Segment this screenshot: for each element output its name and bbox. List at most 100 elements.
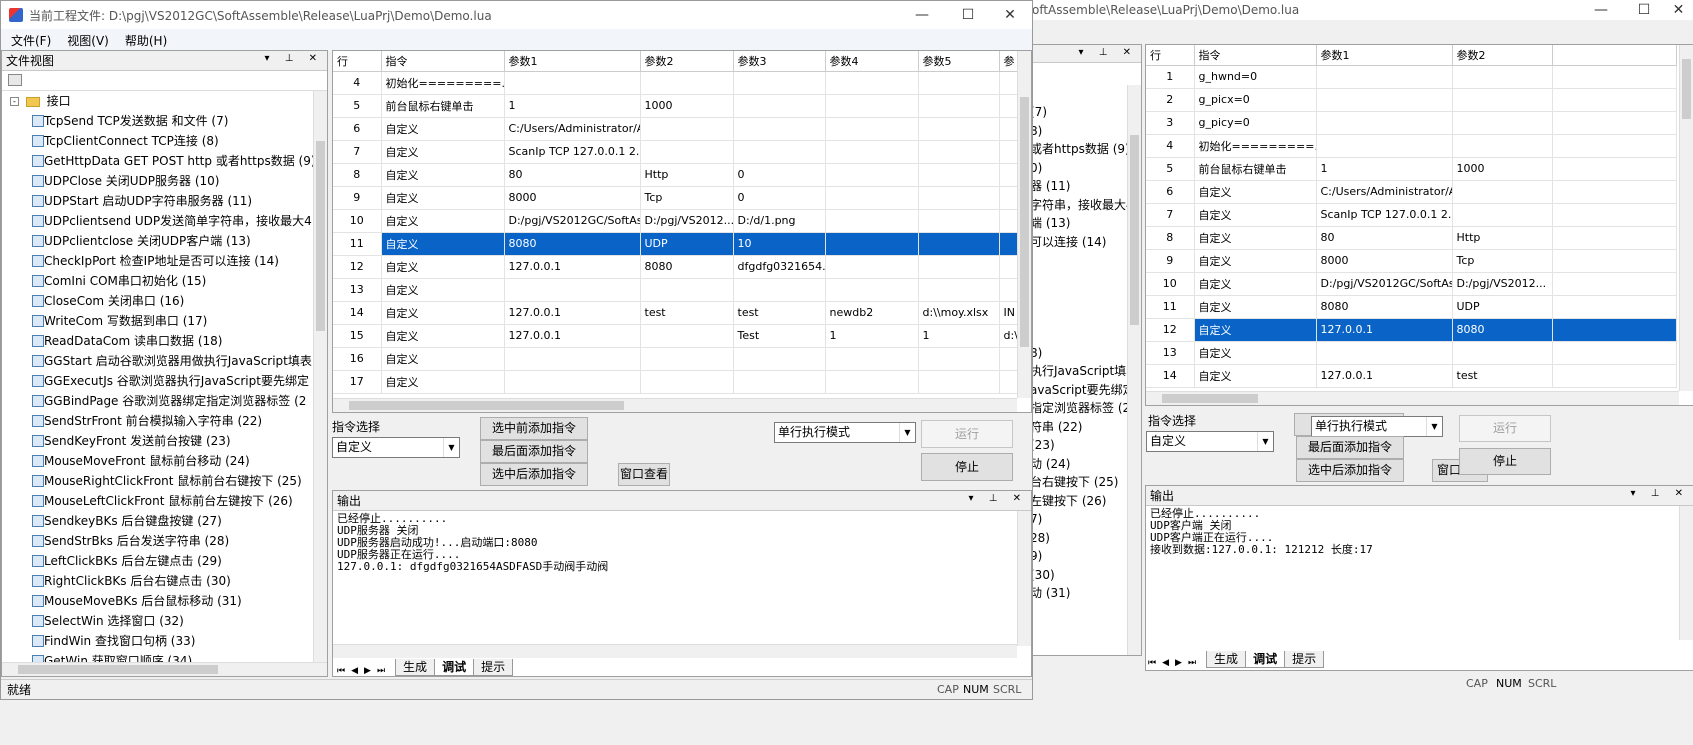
- back-tree-item-fragment[interactable]: (7): [1030, 103, 1126, 122]
- row-number[interactable]: 10: [1146, 272, 1195, 296]
- grid-cell[interactable]: 自定义: [381, 186, 505, 210]
- back-tree-scrollbar[interactable]: [1127, 85, 1141, 655]
- grid-cell[interactable]: [999, 209, 1020, 233]
- row-number[interactable]: 2: [1146, 88, 1195, 112]
- grid-cell[interactable]: [918, 117, 1000, 141]
- tab-hint[interactable]: 提示: [473, 659, 514, 676]
- grid-column-header[interactable]: 指令: [381, 51, 505, 72]
- grid-cell[interactable]: [825, 209, 919, 233]
- grid-cell[interactable]: [733, 71, 826, 95]
- grid-vthumb[interactable]: [1020, 97, 1029, 347]
- grid-cell[interactable]: [504, 347, 641, 371]
- add-after-button[interactable]: 选中后添加指令: [480, 463, 588, 486]
- grid-cell[interactable]: [825, 232, 919, 256]
- file-tree-vthumb[interactable]: [316, 141, 325, 331]
- grid-cell[interactable]: Test: [733, 324, 826, 348]
- row-number[interactable]: 12: [333, 255, 382, 279]
- table-row[interactable]: 9 自定义 8000 Tcp: [1146, 249, 1677, 273]
- grid-cell[interactable]: [999, 370, 1020, 394]
- back-tree-item-fragment[interactable]: 8): [1030, 344, 1126, 363]
- back-tree-item-fragment[interactable]: 8): [1030, 122, 1126, 141]
- grid-cell[interactable]: 自定义: [381, 301, 505, 325]
- table-row[interactable]: 3 g_picy=0: [1146, 111, 1677, 135]
- grid-cell[interactable]: [1316, 65, 1453, 89]
- table-row[interactable]: 7 自定义 ScanIp TCP 127.0.0.1 2...: [1146, 203, 1677, 227]
- row-number[interactable]: 11: [1146, 295, 1195, 319]
- grid-cell[interactable]: [640, 117, 734, 141]
- menu-view[interactable]: 视图(V): [67, 32, 109, 49]
- tree-item[interactable]: UDPClose 关闭UDP服务器 (10): [2, 171, 313, 191]
- grid-cell[interactable]: UDP: [640, 232, 734, 256]
- table-row[interactable]: 8 自定义 80 Http 0: [333, 163, 1020, 187]
- tree-item[interactable]: UDPclientsend UDP发送简单字符串，接收最大4: [2, 211, 313, 231]
- grid-hscroll[interactable]: [333, 398, 1017, 412]
- grid-cell[interactable]: C:/Users/Administrator/A...: [1316, 180, 1453, 204]
- back-tree-item-fragment[interactable]: 符串 (22): [1030, 418, 1126, 437]
- back-tree-item-fragment[interactable]: [1030, 251, 1126, 270]
- grid-column-header[interactable]: 参数3: [733, 51, 826, 72]
- tree-item[interactable]: TcpSend TCP发送数据 和文件 (7): [2, 111, 313, 131]
- grid-cell[interactable]: D:/pgj/VS2012...: [1452, 272, 1553, 296]
- grid-cell[interactable]: [825, 117, 919, 141]
- menu-help[interactable]: 帮助(H): [125, 32, 167, 49]
- grid-cell[interactable]: [825, 370, 919, 394]
- tree-root[interactable]: - 接口: [2, 91, 313, 111]
- back-output-pane-buttons[interactable]: ▾ ⊥ ✕: [1631, 488, 1689, 499]
- tree-item[interactable]: LeftClickBKs 后台左键点击 (29): [2, 551, 313, 571]
- run-button[interactable]: 运行: [921, 420, 1013, 448]
- grid-column-header[interactable]: 参数1: [1316, 45, 1453, 66]
- close-button[interactable]: ✕: [987, 1, 1032, 29]
- tree-item[interactable]: GetHttpData GET POST http 或者https数据 (9): [2, 151, 313, 171]
- row-number[interactable]: 10: [333, 209, 382, 233]
- row-number[interactable]: 1: [1146, 65, 1195, 89]
- grid-column-header[interactable]: 指令: [1194, 45, 1317, 66]
- tree-item[interactable]: UDPclientclose 关闭UDP客户端 (13): [2, 231, 313, 251]
- mode-select[interactable]: 单行执行模式 ▼: [774, 422, 916, 443]
- tab-debug[interactable]: 调试: [434, 659, 475, 676]
- tree-item[interactable]: TcpClientConnect TCP连接 (8): [2, 131, 313, 151]
- grid-cell[interactable]: IN: [999, 301, 1020, 325]
- row-number[interactable]: 7: [1146, 203, 1195, 227]
- grid-cell[interactable]: [918, 347, 1000, 371]
- grid-cell[interactable]: [1452, 111, 1553, 135]
- grid-cell[interactable]: d:\: [999, 324, 1020, 348]
- row-number[interactable]: 13: [1146, 341, 1195, 365]
- row-number[interactable]: 8: [1146, 226, 1195, 250]
- back-tree-item-fragment[interactable]: [1030, 621, 1126, 640]
- tree-item[interactable]: SendStrFront 前台模拟输入字符串 (22): [2, 411, 313, 431]
- tree-item[interactable]: WriteCom 写数据到串口 (17): [2, 311, 313, 331]
- row-number[interactable]: 3: [1146, 111, 1195, 135]
- back-tree-item-fragment[interactable]: 7): [1030, 510, 1126, 529]
- grid-cell[interactable]: 1: [825, 324, 919, 348]
- grid-cell[interactable]: [733, 278, 826, 302]
- back-tree-item-fragment[interactable]: [1030, 640, 1126, 656]
- grid-cell[interactable]: [1316, 341, 1453, 365]
- output-pane-buttons[interactable]: ▾ ⊥ ✕: [969, 493, 1027, 504]
- tree-item[interactable]: SendkeyBKs 后台键盘按键 (27): [2, 511, 313, 531]
- back-tree-item-fragment[interactable]: 动 (24): [1030, 455, 1126, 474]
- row-number[interactable]: 14: [333, 301, 382, 325]
- grid-cell[interactable]: Tcp: [640, 186, 734, 210]
- tab-build[interactable]: 生成: [1206, 651, 1247, 668]
- grid-cell[interactable]: [999, 94, 1020, 118]
- back-run-button[interactable]: 运行: [1459, 415, 1551, 442]
- table-row[interactable]: 11 自定义 8080 UDP: [1146, 295, 1677, 319]
- row-number[interactable]: 6: [1146, 180, 1195, 204]
- back-tree-item-fragment[interactable]: 字符串，接收最大4: [1030, 196, 1134, 215]
- grid-cell[interactable]: Http: [640, 163, 734, 187]
- tree-item[interactable]: ReadDataCom 读串口数据 (18): [2, 331, 313, 351]
- grid-cell[interactable]: 0: [733, 163, 826, 187]
- grid-cell[interactable]: 自定义: [381, 370, 505, 394]
- back-tree-item-fragment[interactable]: (30): [1030, 566, 1126, 585]
- grid-cell[interactable]: 80: [504, 163, 641, 187]
- row-number[interactable]: 5: [1146, 157, 1195, 181]
- grid-cell[interactable]: [733, 94, 826, 118]
- grid-cell[interactable]: [504, 278, 641, 302]
- grid-cell[interactable]: [825, 94, 919, 118]
- grid-cell[interactable]: [999, 232, 1020, 256]
- grid-cell[interactable]: dfgdfg0321654...: [733, 255, 826, 279]
- back-tree-item-fragment[interactable]: 可以连接 (14): [1030, 233, 1126, 252]
- back-tree-item-fragment[interactable]: [1030, 325, 1126, 344]
- grid-cell[interactable]: [825, 255, 919, 279]
- back-tree-item-fragment[interactable]: 动 (31): [1030, 584, 1126, 603]
